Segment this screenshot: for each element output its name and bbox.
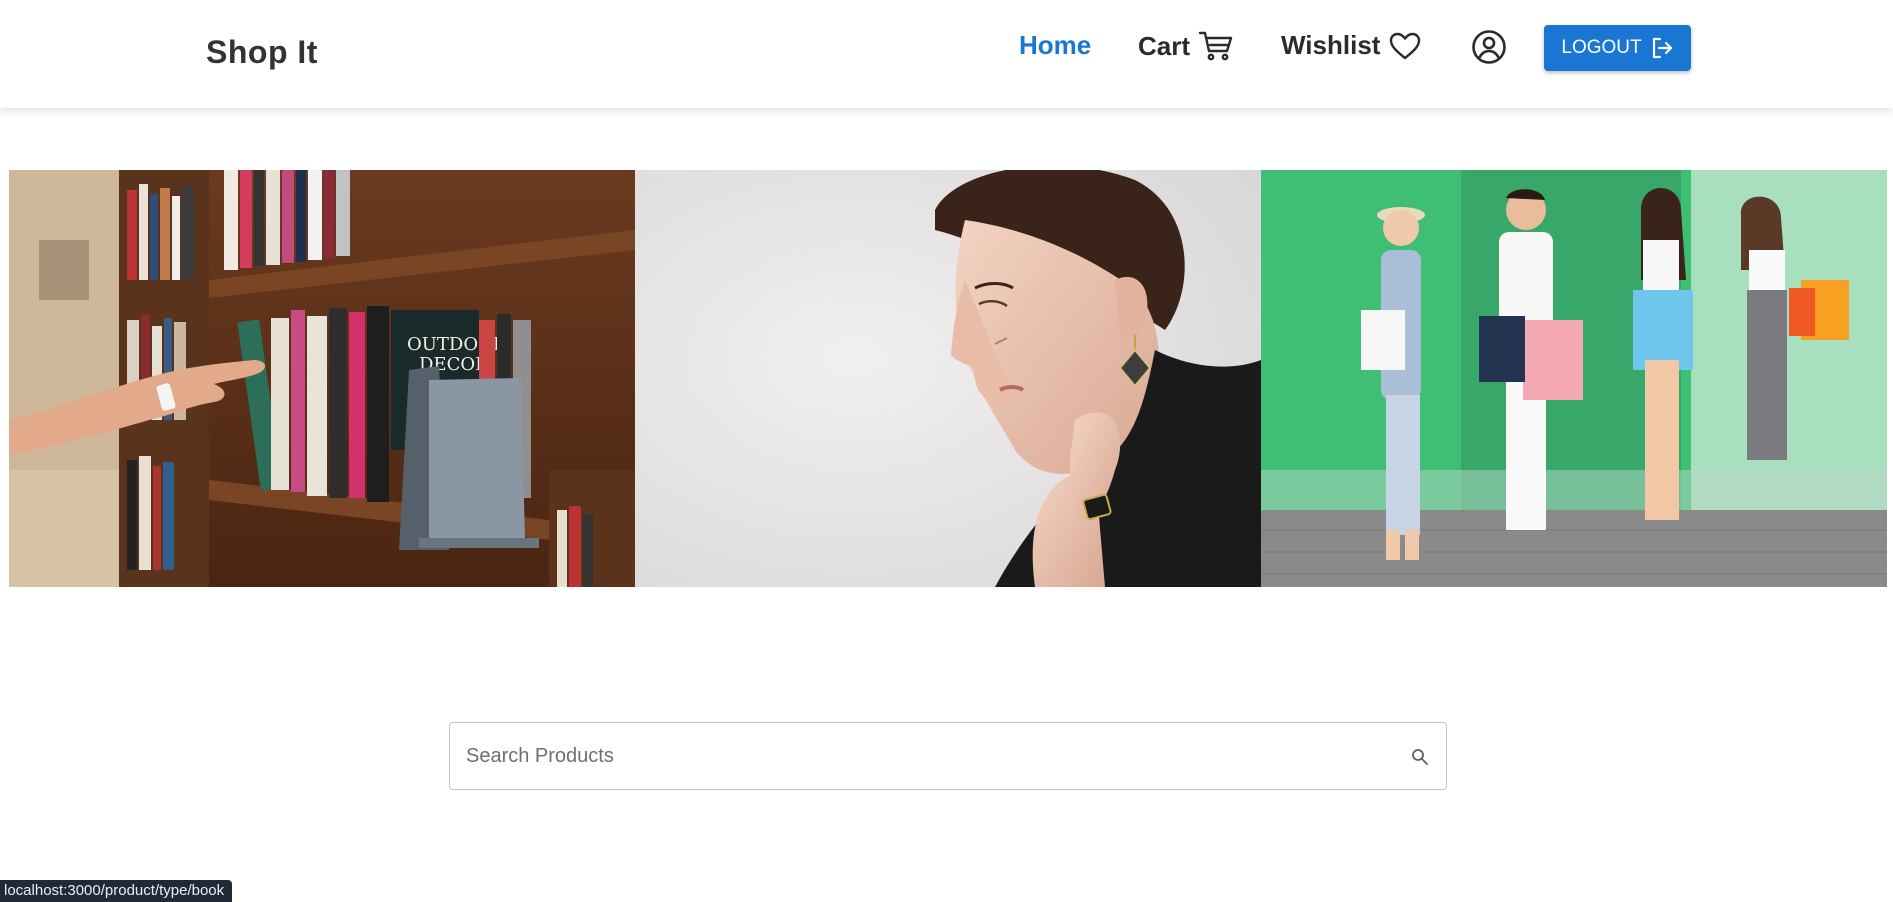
heart-icon [1390,32,1421,59]
banner-slide-books[interactable]: OUTDOOR DECOR [9,170,635,587]
cart-icon [1198,31,1233,61]
logout-button[interactable]: LOGOUT [1544,25,1691,71]
search-input[interactable] [466,723,1406,789]
nav-wishlist-link[interactable]: Wishlist [1281,30,1422,61]
jewellery-model-image [635,170,1261,587]
logout-icon [1652,37,1672,59]
bookshelf-image: OUTDOOR DECOR [9,170,635,587]
search-field[interactable] [449,722,1447,790]
shopping-friends-image [1261,170,1887,587]
navbar: Shop It Home Cart Wishlist LOGOUT [0,0,1893,108]
nav-cart-link[interactable]: Cart [1138,30,1234,62]
nav-cart-label: Cart [1138,30,1191,61]
logout-label: LOGOUT [1561,37,1642,58]
banner-carousel: OUTDOOR DECOR [9,170,1887,587]
browser-status-url: localhost:3000/product/type/book [0,880,233,902]
banner-slide-jewellery[interactable] [635,170,1261,587]
account-circle-icon[interactable] [1471,29,1507,65]
search-icon[interactable] [1410,747,1430,767]
brand-logo[interactable]: Shop It [206,34,318,71]
banner-slide-fashion[interactable] [1261,170,1887,587]
nav-wishlist-label: Wishlist [1281,30,1381,60]
nav-home-label: Home [1019,30,1092,60]
nav-home-link[interactable]: Home [1019,30,1091,61]
